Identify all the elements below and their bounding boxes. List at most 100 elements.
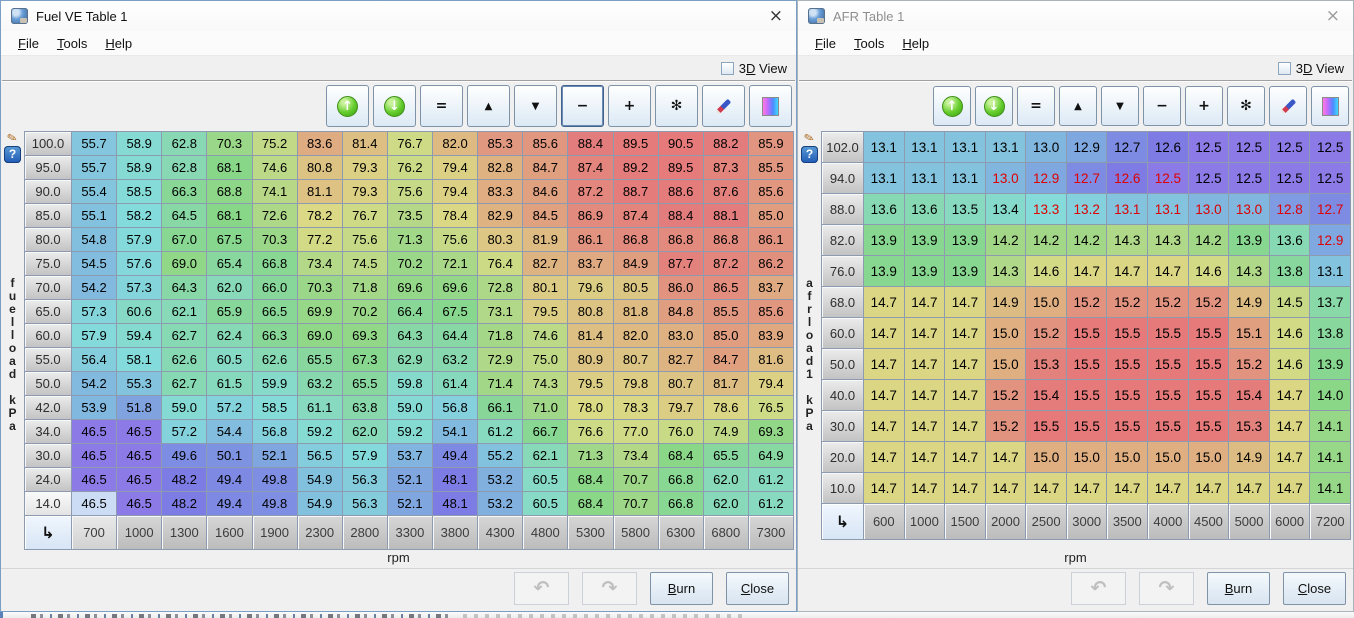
table-cell[interactable]: 83.6 xyxy=(298,132,342,155)
table-cell[interactable]: 14.7 xyxy=(864,442,904,472)
row-header[interactable]: 24.0 xyxy=(25,468,71,491)
table-cell[interactable]: 15.5 xyxy=(1107,349,1147,379)
table-cell[interactable]: 14.7 xyxy=(945,318,985,348)
table-cell[interactable]: 63.2 xyxy=(298,372,342,395)
table-cell[interactable]: 81.1 xyxy=(298,180,342,203)
table-cell[interactable]: 57.9 xyxy=(117,228,161,251)
col-header[interactable]: 1000 xyxy=(117,516,161,549)
pencil-button[interactable] xyxy=(702,85,745,127)
table-cell[interactable]: 82.0 xyxy=(433,132,477,155)
table-cell[interactable]: 14.9 xyxy=(986,287,1026,317)
table-cell[interactable]: 67.5 xyxy=(207,228,251,251)
table-cell[interactable]: 70.2 xyxy=(343,300,387,323)
table-cell[interactable]: 14.7 xyxy=(905,287,945,317)
table-cell[interactable]: 48.2 xyxy=(162,468,206,491)
table-cell[interactable]: 69.0 xyxy=(298,324,342,347)
table-cell[interactable]: 13.9 xyxy=(945,256,985,286)
table-cell[interactable]: 13.9 xyxy=(905,225,945,255)
table-cell[interactable]: 15.2 xyxy=(1229,349,1269,379)
table-cell[interactable]: 79.5 xyxy=(568,372,612,395)
col-header[interactable]: 2000 xyxy=(986,504,1026,539)
col-header[interactable]: 6000 xyxy=(1270,504,1310,539)
table-cell[interactable]: 15.0 xyxy=(986,349,1026,379)
table-cell[interactable]: 84.7 xyxy=(523,156,567,179)
table-cell[interactable]: 52.1 xyxy=(388,468,432,491)
table-cell[interactable]: 46.5 xyxy=(117,468,161,491)
table-cell[interactable]: 15.2 xyxy=(1067,287,1107,317)
table-cell[interactable]: 14.7 xyxy=(945,411,985,441)
undo-button[interactable]: ↶ xyxy=(514,572,569,605)
row-header[interactable]: 30.0 xyxy=(25,444,71,467)
table-cell[interactable]: 14.0 xyxy=(1310,380,1350,410)
table-cell[interactable]: 76.7 xyxy=(343,204,387,227)
table-cell[interactable]: 76.0 xyxy=(659,420,703,443)
table-cell[interactable]: 61.2 xyxy=(478,420,522,443)
row-header[interactable]: 30.0 xyxy=(822,411,863,441)
table-cell[interactable]: 15.5 xyxy=(1026,411,1066,441)
table-cell[interactable]: 54.9 xyxy=(298,492,342,515)
row-header[interactable]: 34.0 xyxy=(25,420,71,443)
up-circle-button[interactable]: ↑ xyxy=(933,86,971,126)
table-cell[interactable]: 12.9 xyxy=(1310,225,1350,255)
table-cell[interactable]: 60.5 xyxy=(207,348,251,371)
table-cell[interactable]: 62.1 xyxy=(162,300,206,323)
table-cell[interactable]: 72.9 xyxy=(478,348,522,371)
table-cell[interactable]: 13.2 xyxy=(1067,194,1107,224)
table-cell[interactable]: 75.6 xyxy=(388,180,432,203)
table-cell[interactable]: 72.8 xyxy=(478,276,522,299)
table-cell[interactable]: 74.6 xyxy=(523,324,567,347)
scale-button[interactable]: ✻ xyxy=(655,85,698,127)
table-cell[interactable]: 12.9 xyxy=(1026,163,1066,193)
table-cell[interactable]: 15.0 xyxy=(986,318,1026,348)
table-cell[interactable]: 79.4 xyxy=(433,156,477,179)
table-cell[interactable]: 46.5 xyxy=(72,492,116,515)
table-cell[interactable]: 85.3 xyxy=(478,132,522,155)
table-cell[interactable]: 79.3 xyxy=(343,156,387,179)
table-cell[interactable]: 15.5 xyxy=(1189,380,1229,410)
table-cell[interactable]: 13.1 xyxy=(945,132,985,162)
table-cell[interactable]: 15.0 xyxy=(1107,442,1147,472)
table-cell[interactable]: 57.2 xyxy=(162,420,206,443)
row-header[interactable]: 50.0 xyxy=(25,372,71,395)
table-cell[interactable]: 14.1 xyxy=(1310,442,1350,472)
table-cell[interactable]: 89.5 xyxy=(659,156,703,179)
table-cell[interactable]: 13.1 xyxy=(1310,256,1350,286)
table-cell[interactable]: 76.5 xyxy=(749,396,793,419)
table-cell[interactable]: 66.0 xyxy=(253,276,297,299)
close-button[interactable]: Close xyxy=(726,572,789,605)
table-cell[interactable]: 14.3 xyxy=(1229,256,1269,286)
row-header[interactable]: 94.0 xyxy=(822,163,863,193)
table-cell[interactable]: 67.5 xyxy=(433,300,477,323)
table-cell[interactable]: 79.4 xyxy=(433,180,477,203)
table-cell[interactable]: 14.7 xyxy=(864,349,904,379)
table-cell[interactable]: 76.6 xyxy=(568,420,612,443)
table-cell[interactable]: 15.0 xyxy=(1067,442,1107,472)
table-cell[interactable]: 70.3 xyxy=(298,276,342,299)
table-cell[interactable]: 65.5 xyxy=(343,372,387,395)
table-cell[interactable]: 62.0 xyxy=(207,276,251,299)
col-header[interactable]: 1600 xyxy=(207,516,251,549)
table-cell[interactable]: 14.7 xyxy=(905,349,945,379)
table-cell[interactable]: 13.6 xyxy=(864,194,904,224)
table-cell[interactable]: 13.4 xyxy=(986,194,1026,224)
table-cell[interactable]: 58.9 xyxy=(117,132,161,155)
table-cell[interactable]: 65.4 xyxy=(207,252,251,275)
table-cell[interactable]: 69.6 xyxy=(388,276,432,299)
table-cell[interactable]: 13.0 xyxy=(1026,132,1066,162)
table-cell[interactable]: 80.9 xyxy=(568,348,612,371)
table-cell[interactable]: 86.0 xyxy=(659,276,703,299)
table-cell[interactable]: 56.3 xyxy=(343,468,387,491)
table-cell[interactable]: 71.4 xyxy=(478,372,522,395)
table-cell[interactable]: 67.0 xyxy=(162,228,206,251)
table-cell[interactable]: 12.8 xyxy=(1270,194,1310,224)
triangle-up-button[interactable]: ▲ xyxy=(467,85,510,127)
table-cell[interactable]: 87.7 xyxy=(659,252,703,275)
table-cell[interactable]: 66.8 xyxy=(253,252,297,275)
table-cell[interactable]: 64.5 xyxy=(162,204,206,227)
col-header[interactable]: 3300 xyxy=(388,516,432,549)
3d-view-checkbox[interactable] xyxy=(1278,62,1291,75)
table-cell[interactable]: 13.1 xyxy=(864,132,904,162)
table-cell[interactable]: 13.6 xyxy=(905,194,945,224)
table-cell[interactable]: 62.6 xyxy=(162,348,206,371)
table-cell[interactable]: 53.2 xyxy=(478,492,522,515)
